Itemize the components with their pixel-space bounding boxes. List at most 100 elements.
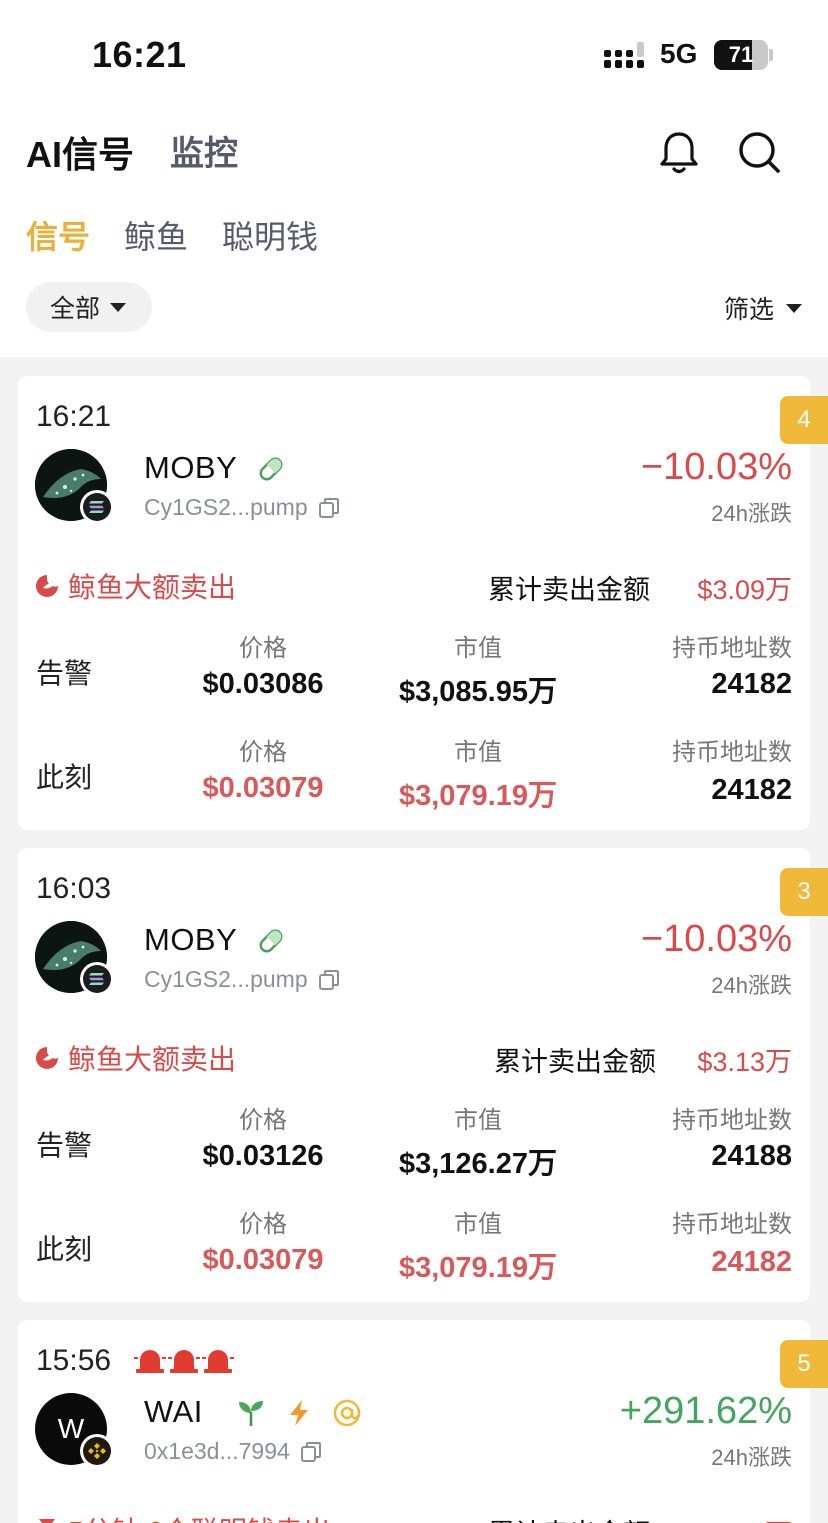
alert-holders: 24188 [711, 1140, 792, 1172]
now-mcap: $3,079.19万 [398, 780, 557, 812]
tab-monitor[interactable]: 监控 [170, 126, 238, 175]
price-change-label: 24h涨跌 [711, 973, 792, 998]
copy-icon[interactable] [318, 969, 340, 991]
whale-icon [36, 1047, 58, 1069]
address-text: 0x1e3d...7994 [144, 1438, 290, 1464]
alert-price: $0.03126 [202, 1140, 324, 1172]
copy-icon[interactable] [300, 1441, 322, 1463]
network-type: 5G [660, 38, 698, 69]
price-change: −10.03% [640, 918, 792, 960]
price-header: 价格 [239, 739, 287, 766]
alert-row-label: 告警 [36, 1130, 93, 1161]
token-address[interactable]: 0x1e3d...7994 [144, 1438, 322, 1465]
signal-icon [604, 42, 644, 68]
price-header: 价格 [239, 635, 287, 662]
battery-level: 71 [728, 42, 754, 67]
price-header: 价格 [239, 1107, 287, 1134]
total-sell-label: 累计卖出金额 [494, 1047, 656, 1077]
price-change-label: 24h涨跌 [711, 501, 792, 526]
status-bar: 16:21 5G 71 [0, 0, 828, 100]
now-holders: 24182 [711, 774, 792, 806]
pill-icon [259, 457, 283, 481]
total-sell-value: $6.50万 [697, 1512, 792, 1523]
alert-type: 鲸鱼大额卖出 [34, 1038, 236, 1078]
holders-header: 持币地址数 [672, 1211, 792, 1238]
signal-card[interactable]: 16:21 4 MOBY Cy1GS2...pump −10.03% 24h涨跌… [18, 376, 828, 830]
copy-icon[interactable] [318, 497, 340, 519]
all-dropdown[interactable]: 全部 [26, 282, 152, 332]
now-row-label: 此刻 [36, 1234, 93, 1265]
top-area: 16:21 5G 71 AI信号 监控 信号 鲸鱼 聪明钱 全部 筛选 [0, 0, 828, 357]
tab-whale[interactable]: 鲸鱼 [124, 212, 188, 256]
card-time: 15:56 [36, 1344, 112, 1377]
count-badge: 4 [780, 396, 828, 444]
sprout-icon [239, 1401, 263, 1426]
alert-holders: 24182 [711, 668, 792, 700]
alert-type-label: 5分钟 6个聪明钱卖出 [68, 1510, 331, 1523]
hourglass-icon [39, 1519, 55, 1523]
total-sell-label: 累计卖出金额 [488, 1512, 650, 1523]
price-change: +291.62% [619, 1390, 792, 1432]
now-holders: 24182 [711, 1246, 792, 1278]
avatar-letter: W [57, 1413, 85, 1444]
alert-type-label: 鲸鱼大额卖出 [68, 1044, 237, 1075]
now-mcap: $3,079.19万 [398, 1252, 557, 1284]
token-name: WAI [144, 1394, 203, 1429]
pill-icon [259, 929, 283, 953]
token-name: MOBY [144, 450, 238, 485]
all-dropdown-label: 全部 [50, 295, 101, 323]
signal-card[interactable]: 15:56 5 W WAI 0x1e3d...7994 +291.62% 24h… [18, 1320, 828, 1523]
alert-mcap: $3,085.95万 [398, 676, 557, 708]
alert-price: $0.03086 [202, 668, 324, 700]
mcap-header: 市值 [454, 1211, 502, 1238]
price-change: −10.03% [640, 446, 792, 488]
filter-dropdown[interactable]: 筛选 [724, 290, 802, 326]
solana-chain-icon [80, 962, 114, 996]
now-row-label: 此刻 [36, 762, 93, 793]
price-header: 价格 [239, 1211, 287, 1238]
total-sell-value: $3.13万 [697, 1047, 792, 1077]
caret-down-icon [110, 302, 127, 312]
address-text: Cy1GS2...pump [144, 966, 308, 992]
alert-type: 鲸鱼大额卖出 [34, 566, 236, 606]
now-price: $0.03079 [202, 772, 324, 804]
lightning-icon [290, 1400, 308, 1426]
alert-type: 5分钟 6个聪明钱卖出 [34, 1510, 331, 1523]
count-badge: 5 [780, 1340, 828, 1388]
holders-header: 持币地址数 [672, 1107, 792, 1134]
mcap-header: 市值 [454, 635, 502, 662]
filter-dropdown-label: 筛选 [723, 296, 774, 324]
whale-icon [36, 575, 58, 597]
search-icon[interactable] [736, 128, 782, 176]
price-change-label: 24h涨跌 [711, 1445, 792, 1470]
token-address[interactable]: Cy1GS2...pump [144, 494, 340, 521]
signal-tabs: 信号 鲸鱼 聪明钱 [26, 212, 318, 256]
bell-icon[interactable] [656, 128, 702, 176]
token-address[interactable]: Cy1GS2...pump [144, 966, 340, 993]
total-sell-label: 累计卖出金额 [488, 575, 650, 605]
signal-card[interactable]: 16:03 3 MOBY Cy1GS2...pump −10.03% 24h涨跌… [18, 848, 828, 1302]
mcap-header: 市值 [454, 739, 502, 766]
battery-icon: 71 [714, 40, 768, 70]
status-time: 16:21 [92, 34, 187, 75]
alert-mcap: $3,126.27万 [398, 1148, 557, 1180]
card-time: 16:03 [36, 872, 112, 905]
alert-row-label: 告警 [36, 658, 93, 689]
at-icon [333, 1399, 361, 1427]
holders-header: 持币地址数 [672, 739, 792, 766]
siren-icon [134, 1350, 234, 1373]
card-time: 16:21 [36, 400, 112, 433]
address-text: Cy1GS2...pump [144, 494, 308, 520]
now-price: $0.03079 [202, 1244, 324, 1276]
solana-chain-icon [80, 490, 114, 524]
holders-header: 持币地址数 [672, 635, 792, 662]
mcap-header: 市值 [454, 1107, 502, 1134]
alert-type-label: 鲸鱼大额卖出 [68, 572, 237, 603]
tab-smart-money[interactable]: 聪明钱 [222, 212, 318, 256]
total-sell-value: $3.09万 [697, 575, 792, 605]
count-badge: 3 [780, 868, 828, 916]
caret-down-icon [786, 303, 802, 313]
battery-tip [769, 49, 773, 61]
page-title[interactable]: AI信号 [26, 126, 134, 178]
tab-signal[interactable]: 信号 [26, 212, 90, 256]
